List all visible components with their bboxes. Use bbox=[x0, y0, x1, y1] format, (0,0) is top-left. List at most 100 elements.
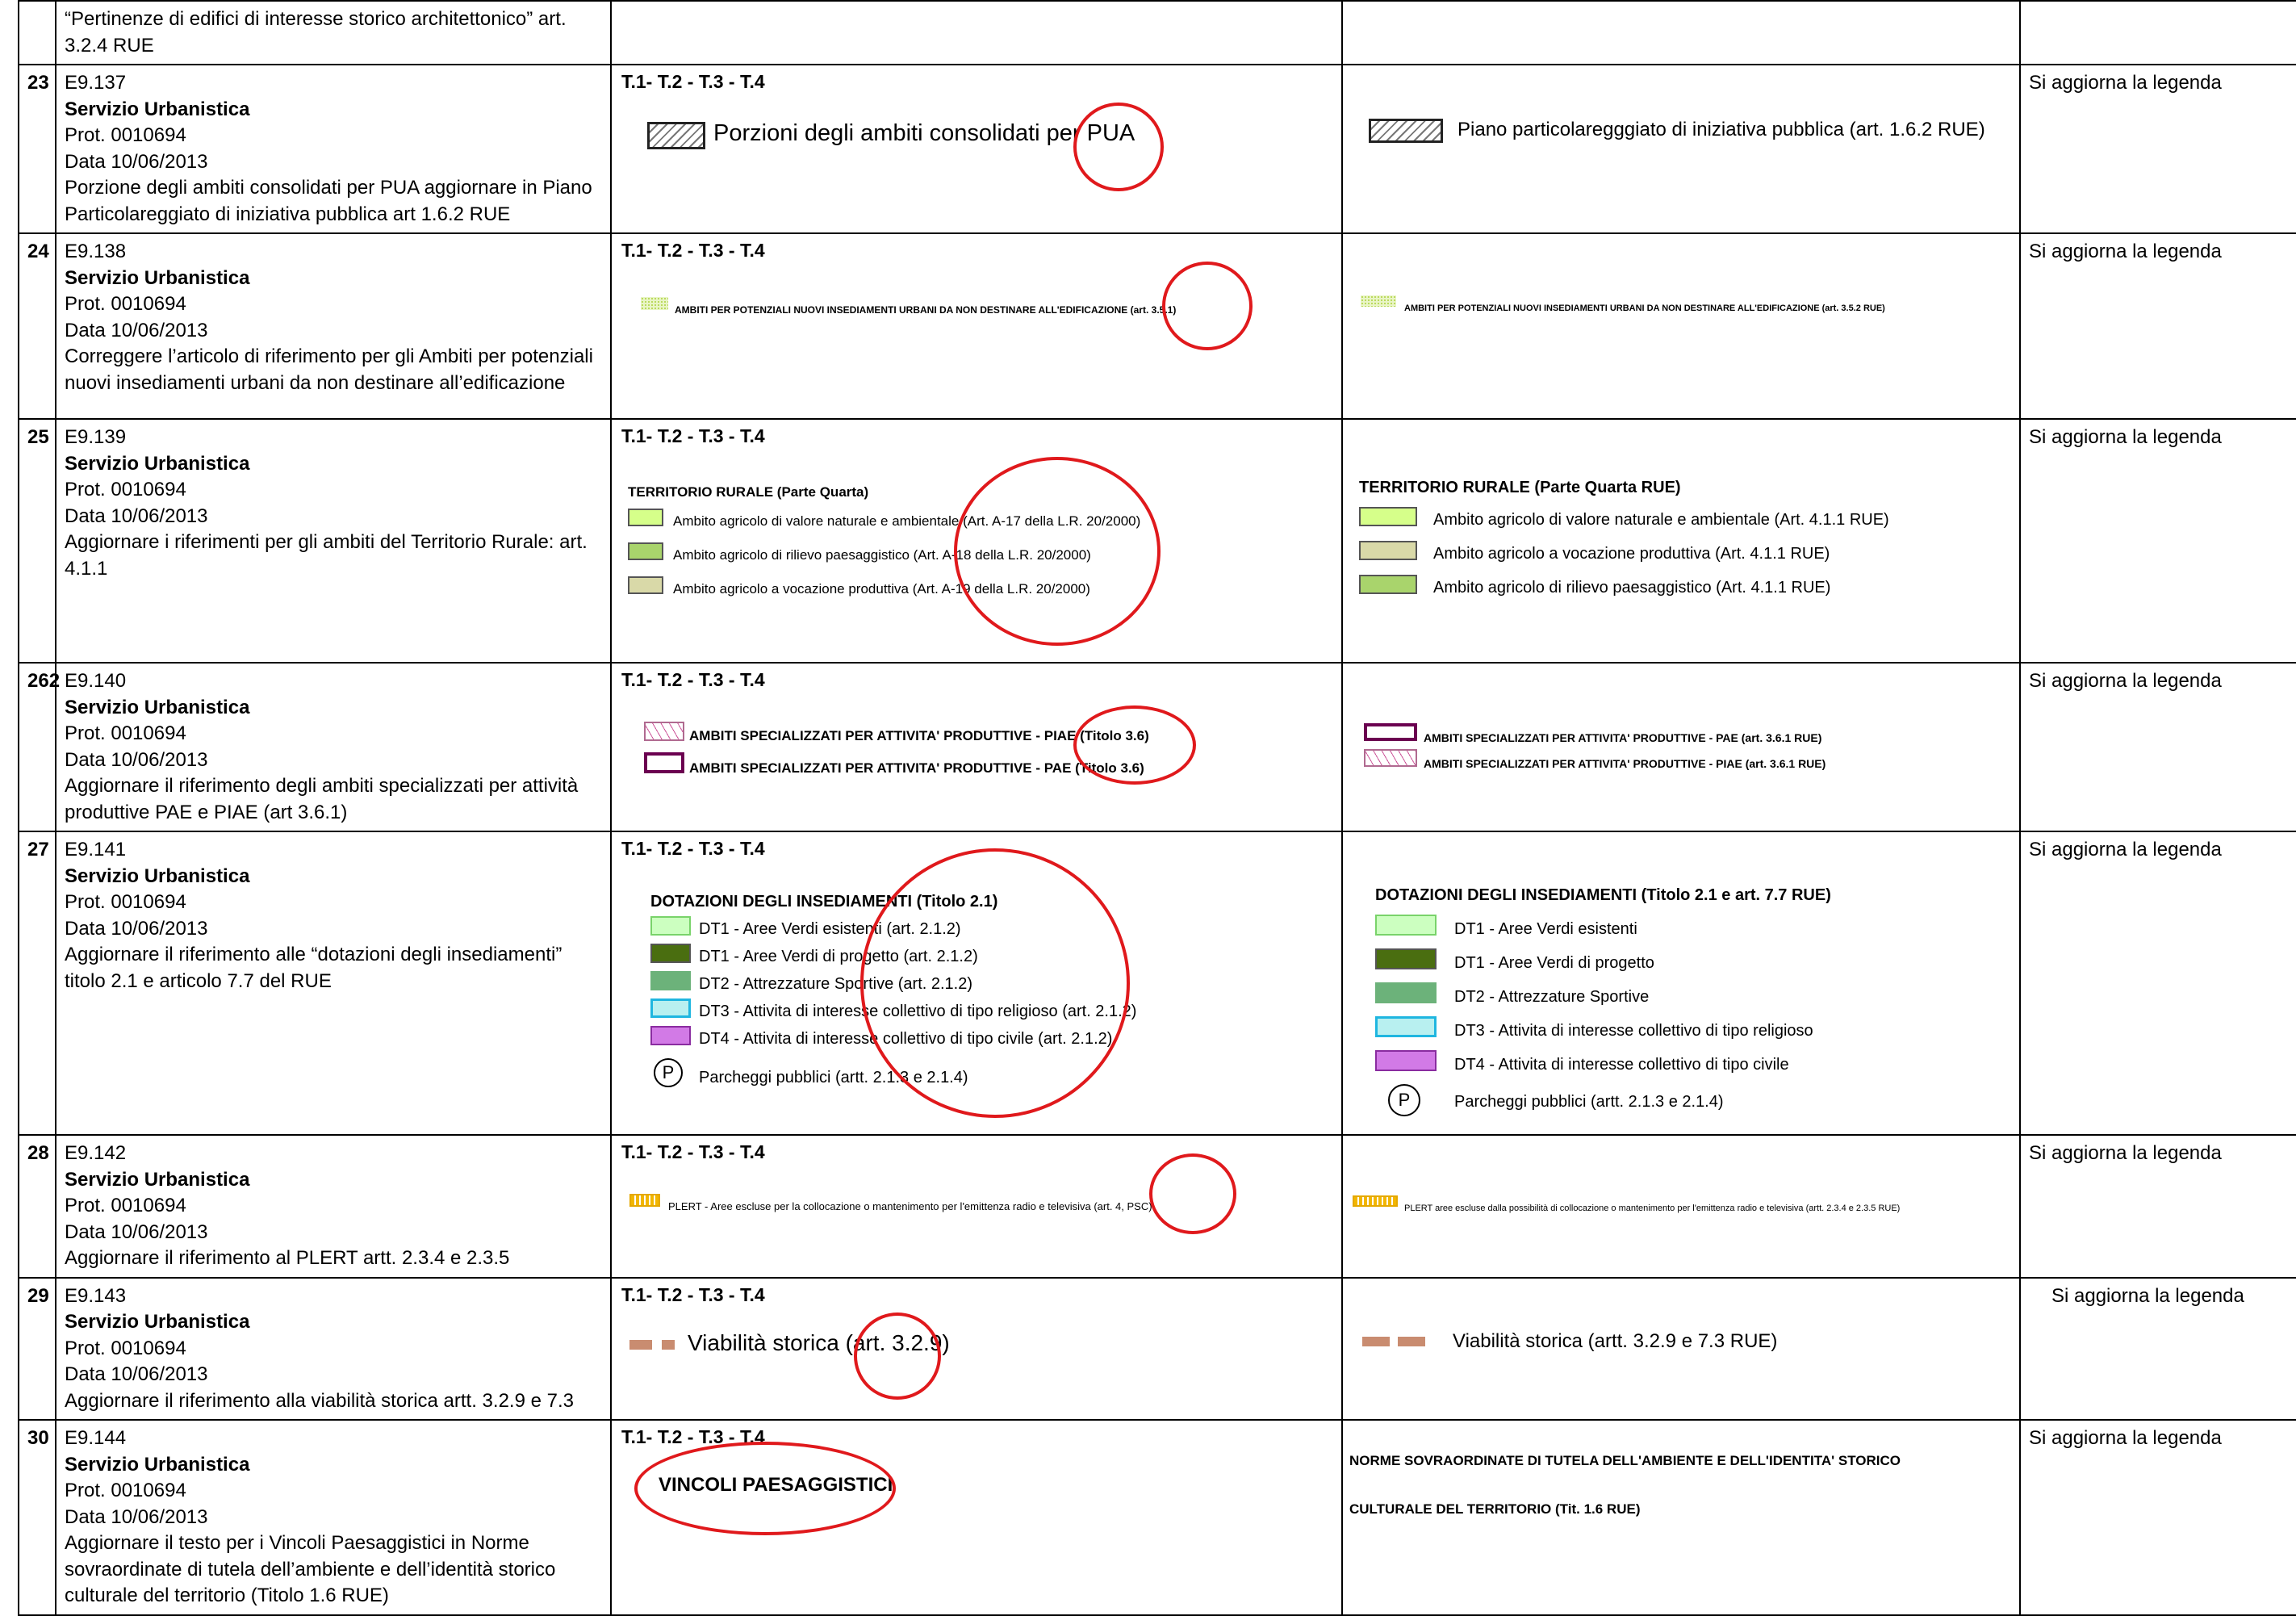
annotation-circle bbox=[1073, 705, 1196, 785]
dt1-esistenti-swatch bbox=[1375, 915, 1437, 936]
after-cell: Piano particolaregggiato di iniziativa p… bbox=[1341, 64, 2021, 234]
row-number bbox=[18, 0, 56, 65]
row-number: 25 bbox=[18, 418, 56, 664]
dash-symbol bbox=[1398, 1336, 1425, 1346]
after-cell bbox=[1341, 0, 2021, 65]
description-text: Aggiornare il riferimento alle “dotazion… bbox=[65, 944, 562, 992]
annotation-circle bbox=[634, 1442, 896, 1535]
legend-label: AMBITI PER POTENZIALI NUOVI INSEDIAMENTI… bbox=[1404, 304, 1885, 313]
office-name: Servizio Urbanistica bbox=[65, 98, 250, 120]
dt4-swatch bbox=[1375, 1050, 1437, 1071]
note-cell: Si aggiorna la legenda bbox=[2019, 232, 2296, 420]
table-row: 28 E9.142 Servizio Urbanistica Prot. 001… bbox=[18, 1134, 2296, 1279]
plert-swatch bbox=[629, 1194, 660, 1207]
office-name: Servizio Urbanistica bbox=[65, 865, 250, 887]
row-description: E9.140 Servizio Urbanistica Prot. 001069… bbox=[55, 662, 612, 832]
row-number: 28 bbox=[18, 1134, 56, 1279]
piae-swatch bbox=[644, 722, 684, 741]
tables-list: T.1- T.2 - T.3 - T.4 bbox=[621, 71, 765, 92]
office-name: Servizio Urbanistica bbox=[65, 696, 250, 718]
row-number: 29 bbox=[18, 1276, 56, 1421]
before-cell: T.1- T.2 - T.3 - T.4 Porzioni degli ambi… bbox=[610, 64, 1343, 234]
description-text: Aggiornare il testo per i Vincoli Paesag… bbox=[65, 1532, 556, 1606]
legend-label: DT1 - Aree Verdi di progetto bbox=[1454, 954, 1654, 972]
date-text: Data 10/06/2013 bbox=[65, 150, 208, 173]
protocol-number: Prot. 0010694 bbox=[65, 1480, 186, 1501]
before-cell: T.1- T.2 - T.3 - T.4 AMBITI PER POTENZIA… bbox=[610, 232, 1343, 420]
before-cell: T.1- T.2 - T.3 - T.4 Viabilità storica (… bbox=[610, 1276, 1343, 1421]
tables-list: T.1- T.2 - T.3 - T.4 bbox=[621, 240, 765, 261]
pae-swatch bbox=[1364, 723, 1417, 741]
note-cell: Si aggiorna la legenda bbox=[2019, 831, 2296, 1136]
table-row: 23 E9.137 Servizio Urbanistica Prot. 001… bbox=[18, 64, 2296, 234]
description-text: “Pertinenze di edifici di interesse stor… bbox=[65, 8, 567, 57]
date-text: Data 10/06/2013 bbox=[65, 1220, 208, 1243]
before-cell: T.1- T.2 - T.3 - T.4 PLERT - Aree esclus… bbox=[610, 1134, 1343, 1279]
table-row: 27 E9.141 Servizio Urbanistica Prot. 001… bbox=[18, 831, 2296, 1136]
dt3-swatch bbox=[650, 998, 691, 1018]
rural-produttiva-swatch bbox=[1359, 541, 1417, 560]
legend-label: Ambito agricolo di rilievo paesaggistico… bbox=[1433, 579, 1831, 597]
after-cell: AMBITI SPECIALIZZATI PER ATTIVITA' PRODU… bbox=[1341, 662, 2021, 832]
legend-label: Viabilità storica (artt. 3.2.9 e 7.3 RUE… bbox=[1453, 1329, 1778, 1352]
legend-label: DT2 - Attrezzature Sportive bbox=[1454, 988, 1650, 1006]
variant-table: “Pertinenze di edifici di interesse stor… bbox=[18, 0, 2296, 1616]
tables-list: T.1- T.2 - T.3 - T.4 bbox=[621, 1283, 765, 1305]
legend-title: TERRITORIO RURALE (Parte Quarta RUE) bbox=[1359, 479, 1681, 496]
row-description: E9.137 Servizio Urbanistica Prot. 001069… bbox=[55, 64, 612, 234]
parking-icon: P bbox=[1388, 1084, 1420, 1116]
before-cell: T.1- T.2 - T.3 - T.4 DOTAZIONI DEGLI INS… bbox=[610, 831, 1343, 1136]
dotted-swatch bbox=[1361, 295, 1396, 307]
legend-label: Parcheggi pubblici (artt. 2.1.3 e 2.1.4) bbox=[1454, 1093, 1724, 1111]
office-name: Servizio Urbanistica bbox=[65, 266, 250, 289]
before-cell: T.1- T.2 - T.3 - T.4 VINCOLI PAESAGGISTI… bbox=[610, 1419, 1343, 1616]
note-cell: Si aggiorna la legenda bbox=[2019, 418, 2296, 664]
table-row: 30 E9.144 Servizio Urbanistica Prot. 001… bbox=[18, 1419, 2296, 1616]
note-cell: Si aggiorna la legenda bbox=[2019, 1276, 2296, 1421]
hatch-swatch bbox=[647, 122, 705, 149]
rural-rilievo-swatch bbox=[1359, 575, 1417, 594]
protocol-number: Prot. 0010694 bbox=[65, 891, 186, 913]
table-row: “Pertinenze di edifici di interesse stor… bbox=[18, 0, 2296, 65]
office-name: Servizio Urbanistica bbox=[65, 1453, 250, 1476]
note-cell: Si aggiorna la legenda bbox=[2019, 1134, 2296, 1279]
variant-code: E9.141 bbox=[65, 839, 127, 860]
dash-symbol bbox=[662, 1339, 675, 1350]
legend-label: Porzioni degli ambiti consolidati per PU… bbox=[713, 120, 1135, 146]
legend-label: Ambito agricolo a vocazione produttiva (… bbox=[1433, 545, 1830, 563]
annotation-circle bbox=[860, 848, 1130, 1118]
after-cell: Viabilità storica (artt. 3.2.9 e 7.3 RUE… bbox=[1341, 1276, 2021, 1421]
dotted-swatch bbox=[641, 297, 668, 310]
note-cell bbox=[2019, 0, 2296, 65]
date-text: Data 10/06/2013 bbox=[65, 917, 208, 940]
tables-list: T.1- T.2 - T.3 - T.4 bbox=[621, 425, 765, 446]
after-cell: DOTAZIONI DEGLI INSEDIAMENTI (Titolo 2.1… bbox=[1341, 831, 2021, 1136]
legend-label: AMBITI SPECIALIZZATI PER ATTIVITA' PRODU… bbox=[1424, 731, 1822, 744]
variant-code: E9.138 bbox=[65, 241, 127, 262]
date-text: Data 10/06/2013 bbox=[65, 319, 208, 341]
variant-code: E9.144 bbox=[65, 1427, 127, 1449]
protocol-number: Prot. 0010694 bbox=[65, 1337, 186, 1359]
protocol-number: Prot. 0010694 bbox=[65, 124, 186, 146]
row-description: E9.141 Servizio Urbanistica Prot. 001069… bbox=[55, 831, 612, 1136]
variant-code: E9.139 bbox=[65, 426, 127, 448]
dt2-swatch bbox=[1375, 982, 1437, 1003]
row-number: 262 bbox=[18, 662, 60, 832]
dt4-swatch bbox=[650, 1026, 691, 1045]
row-number: 23 bbox=[18, 64, 56, 234]
office-name: Servizio Urbanistica bbox=[65, 452, 250, 475]
pae-swatch bbox=[644, 752, 684, 773]
rural-rilievo-swatch bbox=[628, 542, 663, 560]
protocol-number: Prot. 0010694 bbox=[65, 479, 186, 500]
legend-label: AMBITI PER POTENZIALI NUOVI INSEDIAMENTI… bbox=[675, 304, 1177, 316]
plert-swatch bbox=[1353, 1195, 1398, 1207]
row-description: “Pertinenze di edifici di interesse stor… bbox=[55, 0, 612, 65]
row-description: E9.142 Servizio Urbanistica Prot. 001069… bbox=[55, 1134, 612, 1279]
row-description: E9.139 Servizio Urbanistica Prot. 001069… bbox=[55, 418, 612, 664]
dt1-progetto-swatch bbox=[1375, 948, 1437, 969]
tables-list: T.1- T.2 - T.3 - T.4 bbox=[621, 1141, 765, 1162]
description-text: Porzione degli ambiti consolidati per PU… bbox=[65, 177, 592, 225]
row-number: 24 bbox=[18, 232, 56, 420]
rural-valore-swatch bbox=[628, 509, 663, 526]
annotation-circle bbox=[1073, 103, 1164, 191]
